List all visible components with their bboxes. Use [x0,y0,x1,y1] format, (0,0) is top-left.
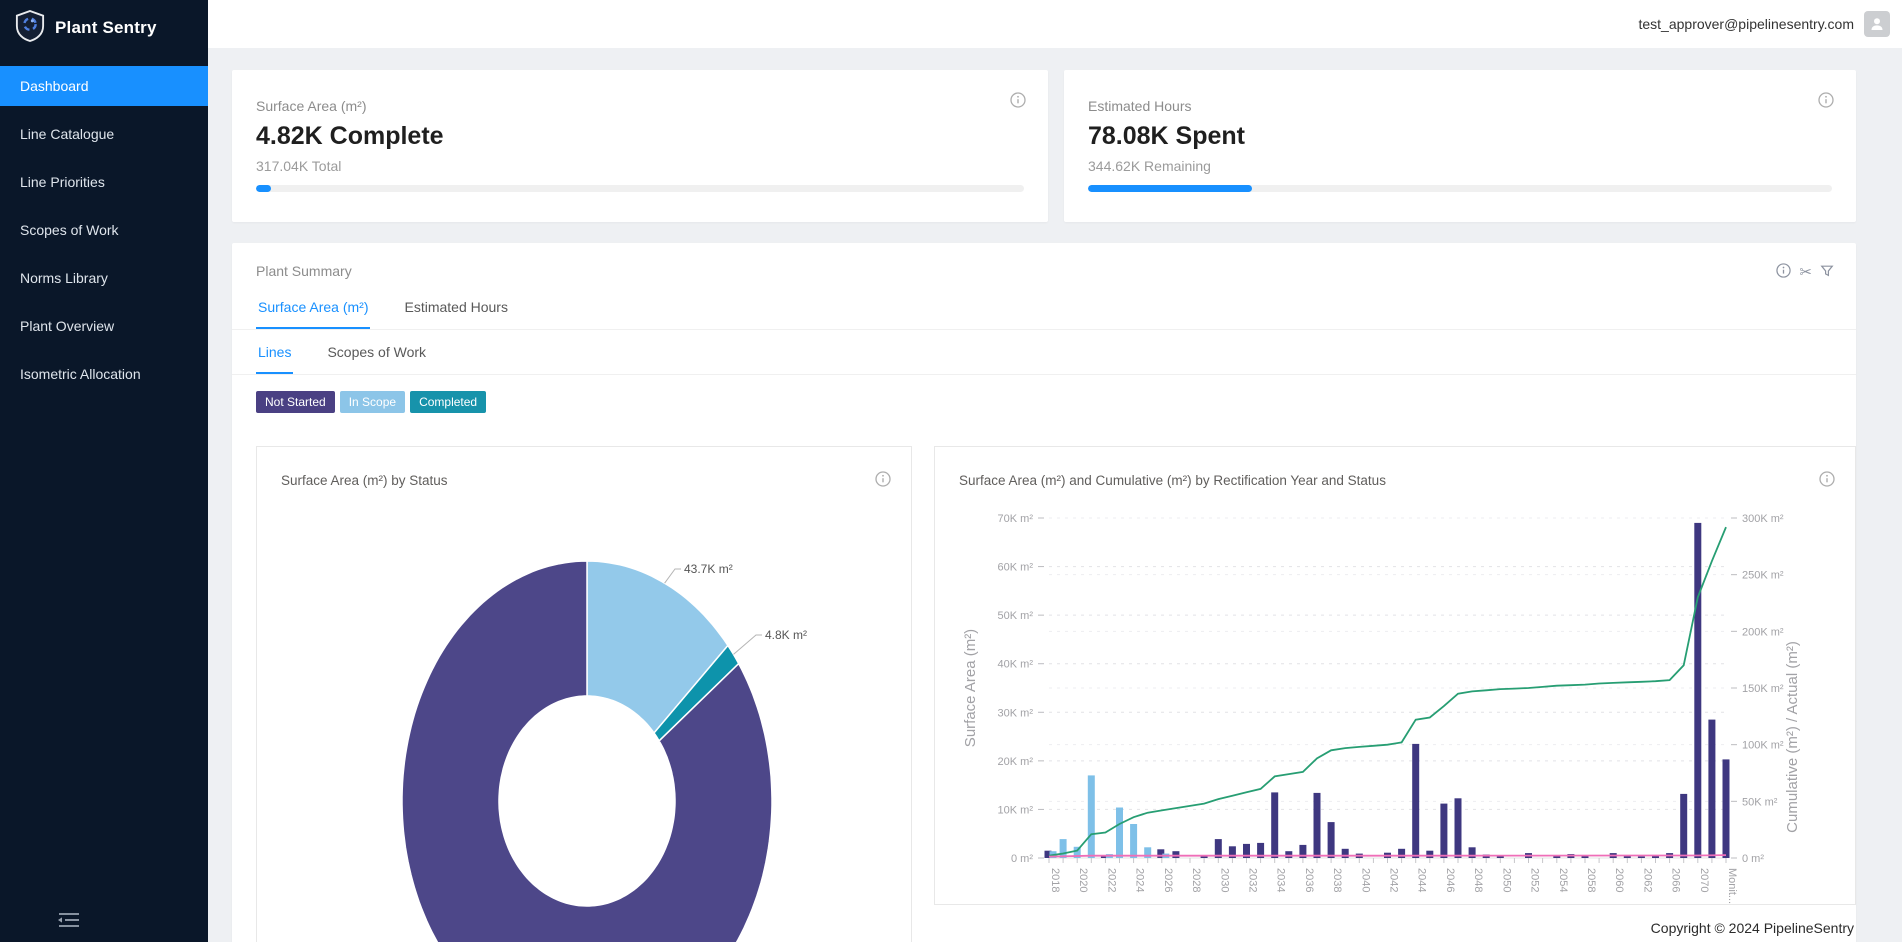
svg-text:2040: 2040 [1359,868,1371,892]
svg-text:2050: 2050 [1500,868,1512,892]
legend-badge-in-scope[interactable]: In Scope [340,391,405,413]
svg-text:2036: 2036 [1303,868,1315,892]
kpi-progress-track [1088,185,1832,192]
tab-surface-area-m[interactable]: Surface Area (m²) [256,293,370,329]
menu-fold-icon[interactable] [55,908,85,934]
svg-text:2046: 2046 [1444,868,1456,892]
svg-text:250K m²: 250K m² [1742,570,1784,582]
donut-chart-card: Surface Area (m²) by Status 43.7K m²4.8K… [256,446,912,942]
svg-text:2058: 2058 [1585,868,1597,892]
main-tabs: Surface Area (m²) Estimated Hours [232,293,1856,330]
kpi-label: Surface Area (m²) [256,98,1024,114]
app-logo: Plant Sentry [0,0,208,56]
svg-text:150K m²: 150K m² [1742,683,1784,695]
svg-text:2060: 2060 [1613,868,1625,892]
svg-text:Cumulative (m²) / Actual (m²): Cumulative (m²) / Actual (m²) [1784,641,1801,833]
app-root: Plant Sentry Dashboard Line Catalogue Line… [0,0,1902,942]
sidebar-nav: Dashboard Line Catalogue Line Priorities Sc… [0,66,208,394]
sidebar-item-line-catalogue[interactable]: Line Catalogue [0,114,208,154]
svg-text:2066: 2066 [1670,868,1682,892]
sidebar: Plant Sentry Dashboard Line Catalogue Line… [0,0,208,942]
combo-chart-card: Surface Area (m²) and Cumulative (m²) by… [934,446,1856,905]
info-icon[interactable] [1818,92,1834,108]
info-icon[interactable] [1010,92,1026,108]
svg-text:2026: 2026 [1162,868,1174,892]
kpi-progress-fill [256,185,271,192]
kpi-value: 4.82K Complete [256,122,1024,151]
svg-text:200K m²: 200K m² [1742,626,1784,638]
svg-text:2020: 2020 [1077,868,1089,892]
kpi-subtext: 317.04K Total [256,158,1024,174]
svg-text:20K m²: 20K m² [998,756,1034,768]
info-icon[interactable] [1776,263,1791,281]
copyright-text: Copyright © 2024 PipelineSentry [1651,920,1854,936]
svg-text:60K m²: 60K m² [998,562,1034,574]
svg-text:43.7K m²: 43.7K m² [684,562,733,576]
sidebar-item-line-priorities[interactable]: Line Priorities [0,162,208,202]
combo-chart: 0 m² 10K m² 20K m² 30K m² 40K m² 50K m² 60K m²… [935,447,1856,905]
svg-text:100K m²: 100K m² [1742,740,1784,752]
svg-text:2034: 2034 [1275,868,1287,892]
svg-text:2044: 2044 [1416,868,1428,892]
tab-estimated-hours[interactable]: Estimated Hours [402,293,509,329]
sidebar-item-isometric-allocation[interactable]: Isometric Allocation [0,354,208,394]
svg-text:Monit...: Monit... [1726,868,1738,904]
kpi-card-surface-area: Surface Area (m²) 4.82K Complete 317.04K… [232,70,1048,222]
svg-text:2030: 2030 [1218,868,1230,892]
kpi-progress-track [256,185,1024,192]
legend-badge-completed[interactable]: Completed [410,391,486,413]
sidebar-item-scopes-of-work[interactable]: Scopes of Work [0,210,208,250]
svg-text:2048: 2048 [1472,868,1484,892]
subtab-scopes-of-work[interactable]: Scopes of Work [325,338,428,374]
plant-summary-card: Plant Summary ✂ Surface Area (m²) Estimat… [232,243,1856,942]
top-header-bar: test_approver@pipelinesentry.com [208,0,1902,48]
kpi-label: Estimated Hours [1088,98,1832,114]
svg-text:50K m²: 50K m² [1742,796,1778,808]
plant-summary-title: Plant Summary [232,243,1856,279]
kpi-value: 78.08K Spent [1088,122,1832,151]
kpi-subtext: 344.62K Remaining [1088,158,1832,174]
app-title: Plant Sentry [55,18,157,38]
svg-text:0 m²: 0 m² [1742,853,1764,865]
svg-text:2054: 2054 [1557,868,1569,892]
svg-text:2032: 2032 [1247,868,1259,892]
svg-text:4.8K m²: 4.8K m² [765,628,807,642]
kpi-card-estimated-hours: Estimated Hours 78.08K Spent 344.62K Rem… [1064,70,1856,222]
sidebar-item-norms-library[interactable]: Norms Library [0,258,208,298]
filter-funnel-icon[interactable] [1820,264,1834,281]
svg-text:2028: 2028 [1190,868,1202,892]
svg-text:2038: 2038 [1331,868,1343,892]
svg-text:50K m²: 50K m² [998,610,1034,622]
svg-text:2022: 2022 [1105,868,1117,892]
svg-text:70K m²: 70K m² [998,513,1034,525]
donut-chart: 43.7K m² 4.8K m² [257,447,912,942]
sidebar-item-plant-overview[interactable]: Plant Overview [0,306,208,346]
svg-text:Surface Area (m²): Surface Area (m²) [962,629,979,747]
user-email: test_approver@pipelinesentry.com [1638,16,1854,32]
sidebar-item-dashboard[interactable]: Dashboard [0,66,208,106]
svg-text:2042: 2042 [1388,868,1400,892]
svg-text:40K m²: 40K m² [998,659,1034,671]
legend-badge-not-started[interactable]: Not Started [256,391,335,413]
subtab-lines[interactable]: Lines [256,338,293,374]
status-legend: Not StartedIn ScopeCompleted [232,375,1856,413]
kpi-progress-fill [1088,185,1252,192]
scissors-icon[interactable]: ✂ [1799,263,1812,281]
svg-text:2070: 2070 [1698,868,1710,892]
svg-text:2018: 2018 [1049,868,1061,892]
svg-text:2052: 2052 [1529,868,1541,892]
shield-logo-icon [15,10,45,47]
user-avatar[interactable] [1864,11,1890,37]
svg-text:2024: 2024 [1134,868,1146,892]
svg-text:2062: 2062 [1641,868,1653,892]
svg-text:30K m²: 30K m² [998,707,1034,719]
svg-text:300K m²: 300K m² [1742,513,1784,525]
svg-text:10K m²: 10K m² [998,804,1034,816]
svg-text:0 m²: 0 m² [1011,853,1033,865]
sub-tabs: Lines Scopes of Work [232,338,1856,375]
